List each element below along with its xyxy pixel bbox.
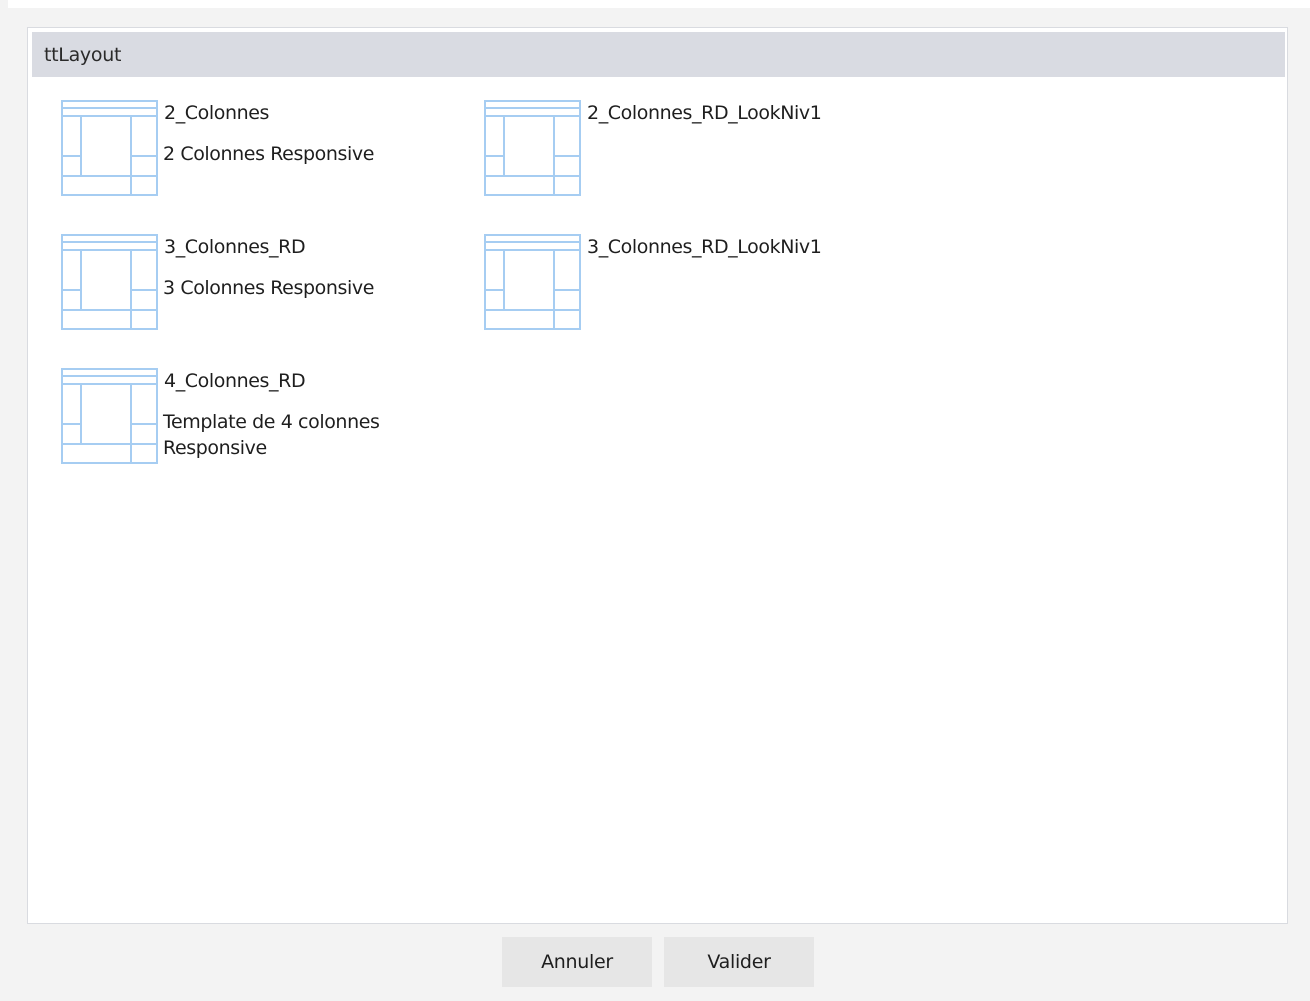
layout-name: 2_Colonnes [164, 102, 270, 124]
layout-name: 4_Colonnes_RD [164, 370, 306, 392]
layout-tile-3-colonnes-rd[interactable]: 3_Colonnes_RD 3 Colonnes Responsive [61, 234, 461, 354]
layout-name: 3_Colonnes_RD [164, 236, 306, 258]
layout-template-icon [61, 100, 159, 198]
layout-template-icon [484, 234, 582, 332]
layout-tile-2-colonnes-rd-lookniv1[interactable]: 2_Colonnes_RD_LookNiv1 [484, 100, 884, 220]
layout-description: 2 Colonnes Responsive [163, 143, 375, 165]
layout-name: 2_Colonnes_RD_LookNiv1 [587, 102, 822, 124]
cancel-button[interactable]: Annuler [502, 937, 652, 987]
gallery-group-header: ttLayout [32, 32, 1285, 77]
layout-tile-3-colonnes-rd-lookniv1[interactable]: 3_Colonnes_RD_LookNiv1 [484, 234, 884, 354]
layout-name: 3_Colonnes_RD_LookNiv1 [587, 236, 822, 258]
layout-gallery: ttLayout 2_Colonnes 2 Colonnes Responsiv… [27, 27, 1288, 924]
ok-button[interactable]: Valider [664, 937, 814, 987]
layout-tile-2-colonnes[interactable]: 2_Colonnes 2 Colonnes Responsive [61, 100, 461, 220]
layout-template-icon [61, 234, 159, 332]
layout-tile-4-colonnes-rd[interactable]: 4_Colonnes_RD Template de 4 colonnes Res… [61, 368, 461, 488]
layout-description: 3 Colonnes Responsive [163, 277, 375, 299]
layout-picker-dialog: ttLayout 2_Colonnes 2 Colonnes Responsiv… [0, 0, 1310, 1001]
top-edge [8, 0, 1310, 8]
layout-description: Template de 4 colonnes Responsive [163, 411, 380, 459]
layout-template-icon [484, 100, 582, 198]
layout-template-icon [61, 368, 159, 466]
